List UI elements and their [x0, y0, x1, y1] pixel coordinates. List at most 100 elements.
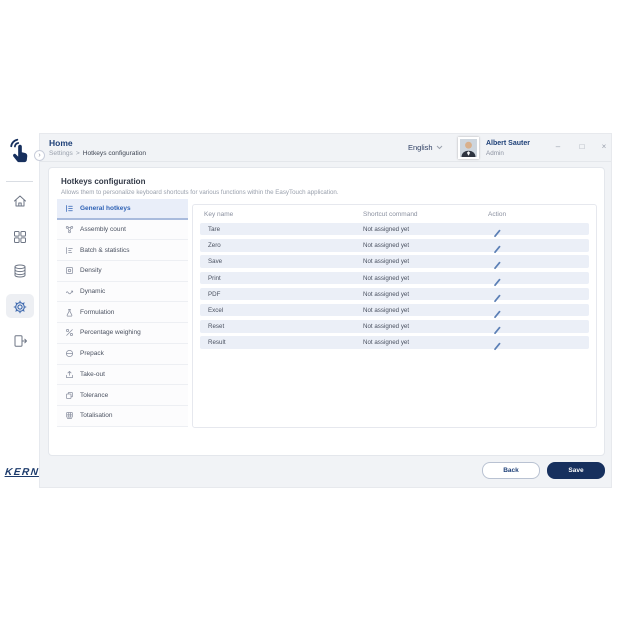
edit-pencil-icon[interactable] — [493, 306, 502, 315]
formulation-icon — [65, 308, 74, 317]
menu-item-percentage-weighing[interactable]: Percentage weighing — [57, 323, 188, 344]
menu-item-prepack[interactable]: Prepack — [57, 344, 188, 365]
menu-item-label: Take-out — [80, 371, 105, 378]
app-window: › Home Settings>Hotkeys configuration En… — [40, 133, 612, 488]
hotkeys-table: Key name Shortcut command Action Tare No… — [192, 204, 597, 428]
percentage-icon — [65, 328, 74, 337]
tolerance-icon — [65, 391, 74, 400]
dynamic-icon — [65, 287, 74, 296]
table-row-excel: Excel Not assigned yet — [200, 304, 589, 316]
sidebar-expand-button[interactable]: › — [34, 150, 45, 161]
icon-rail — [0, 133, 40, 488]
key-name-cell: Tare — [208, 226, 220, 233]
table-row-result: Result Not assigned yet — [200, 336, 589, 348]
menu-item-dynamic[interactable]: Dynamic — [57, 282, 188, 303]
menu-item-label: Assembly count — [80, 226, 126, 233]
key-name-cell: Print — [208, 275, 221, 282]
column-header-action: Action — [488, 211, 506, 218]
hotkeys-configuration-card: Hotkeys configuration Allows them to per… — [48, 167, 605, 456]
settings-gear-icon[interactable] — [12, 299, 28, 315]
shortcut-cell: Not assigned yet — [363, 275, 409, 282]
language-selector[interactable]: English — [408, 143, 443, 152]
menu-item-totalisation[interactable]: Totalisation — [57, 406, 188, 427]
table-row-pdf: PDF Not assigned yet — [200, 288, 589, 300]
close-button[interactable]: × — [598, 142, 610, 151]
menu-item-label: Batch & statistics — [80, 247, 130, 254]
table-row-reset: Reset Not assigned yet — [200, 320, 589, 332]
shortcut-cell: Not assigned yet — [363, 307, 409, 314]
edit-pencil-icon[interactable] — [493, 225, 502, 234]
edit-pencil-icon[interactable] — [493, 290, 502, 299]
menu-item-general-hotkeys[interactable]: General hotkeys — [57, 199, 188, 220]
totalisation-icon — [65, 411, 74, 420]
minimize-button[interactable]: – — [552, 142, 564, 151]
key-name-cell: Excel — [208, 307, 223, 314]
table-row-tare: Tare Not assigned yet — [200, 223, 589, 235]
menu-item-label: Percentage weighing — [80, 329, 141, 336]
menu-item-label: Formulation — [80, 309, 114, 316]
shortcut-cell: Not assigned yet — [363, 242, 409, 249]
maximize-button[interactable]: □ — [576, 142, 588, 151]
table-row-save: Save Not assigned yet — [200, 255, 589, 267]
language-label: English — [408, 143, 433, 152]
breadcrumb: Settings>Hotkeys configuration — [49, 150, 146, 157]
menu-item-density[interactable]: Density — [57, 261, 188, 282]
kern-brand-logo: KERN — [4, 467, 39, 478]
edit-pencil-icon[interactable] — [493, 241, 502, 250]
prepack-icon — [65, 349, 74, 358]
key-name-cell: Save — [208, 258, 222, 265]
list-icon — [65, 204, 74, 213]
menu-item-tolerance[interactable]: Tolerance — [57, 385, 188, 406]
save-button[interactable]: Save — [547, 462, 605, 479]
column-header-shortcut-command: Shortcut command — [363, 211, 418, 218]
menu-item-label: General hotkeys — [80, 205, 131, 212]
topbar: Home Settings>Hotkeys configuration Engl… — [40, 134, 611, 162]
menu-item-batch-statistics[interactable]: Batch & statistics — [57, 240, 188, 261]
key-name-cell: Zero — [208, 242, 221, 249]
statistics-icon — [65, 246, 74, 255]
home-icon[interactable] — [12, 193, 28, 209]
database-icon[interactable] — [12, 263, 28, 279]
apps-grid-icon[interactable] — [12, 229, 28, 245]
user-avatar[interactable] — [458, 137, 479, 159]
menu-item-take-out[interactable]: Take-out — [57, 365, 188, 386]
key-name-cell: PDF — [208, 291, 220, 298]
edit-pencil-icon[interactable] — [493, 274, 502, 283]
column-header-key-name: Key name — [204, 211, 233, 218]
menu-item-assembly-count[interactable]: Assembly count — [57, 220, 188, 241]
breadcrumb-separator: > — [76, 150, 80, 157]
table-row-zero: Zero Not assigned yet — [200, 239, 589, 251]
key-name-cell: Reset — [208, 323, 224, 330]
page-home-title: Home — [49, 138, 73, 148]
chevron-down-icon — [436, 145, 443, 150]
shortcut-cell: Not assigned yet — [363, 258, 409, 265]
page-title: Hotkeys configuration — [61, 177, 145, 186]
menu-item-label: Dynamic — [80, 288, 105, 295]
assembly-icon — [65, 225, 74, 234]
shortcut-cell: Not assigned yet — [363, 339, 409, 346]
breadcrumb-parent[interactable]: Settings — [49, 150, 73, 157]
menu-item-label: Density — [80, 267, 102, 274]
user-role: Admin — [486, 150, 504, 157]
back-button[interactable]: Back — [482, 462, 540, 479]
breadcrumb-current: Hotkeys configuration — [83, 150, 146, 157]
shortcut-cell: Not assigned yet — [363, 291, 409, 298]
easytouch-touch-logo-icon — [7, 136, 33, 166]
menu-item-formulation[interactable]: Formulation — [57, 302, 188, 323]
shortcut-cell: Not assigned yet — [363, 323, 409, 330]
logout-icon[interactable] — [12, 333, 28, 349]
user-name: Albert Sauter — [486, 140, 530, 147]
key-name-cell: Result — [208, 339, 226, 346]
edit-pencil-icon[interactable] — [493, 322, 502, 331]
hotkey-category-menu: General hotkeys Assembly count Batch & s… — [57, 199, 188, 427]
edit-pencil-icon[interactable] — [493, 257, 502, 266]
menu-item-label: Totalisation — [80, 412, 113, 419]
page-subtitle: Allows them to personalize keyboard shor… — [61, 189, 339, 196]
sidebar-divider — [6, 181, 33, 182]
shortcut-cell: Not assigned yet — [363, 226, 409, 233]
takeout-icon — [65, 370, 74, 379]
table-header: Key name Shortcut command Action — [193, 205, 596, 223]
edit-pencil-icon[interactable] — [493, 338, 502, 347]
menu-item-label: Prepack — [80, 350, 104, 357]
table-row-print: Print Not assigned yet — [200, 272, 589, 284]
